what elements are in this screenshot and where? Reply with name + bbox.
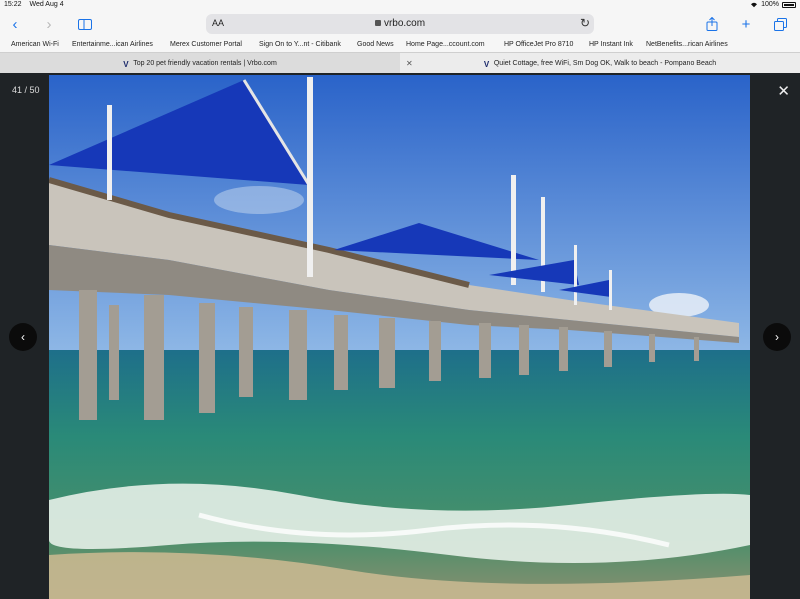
chevron-right-icon: ›: [775, 330, 779, 344]
wifi-icon: [751, 2, 758, 7]
lock-icon: [374, 20, 381, 26]
bookmark-item[interactable]: American Wi-Fi: [11, 41, 59, 48]
photo-counter: 41 / 50: [12, 85, 40, 95]
share-icon[interactable]: [703, 15, 721, 33]
bookmark-item[interactable]: HP OfficeJet Pro 8710: [504, 41, 573, 48]
cloud: [214, 186, 304, 214]
chevron-left-icon: ‹: [21, 330, 25, 344]
bookmarks-bar: American Wi-Fi Entertainme...ican Airlin…: [0, 38, 800, 52]
vrbo-favicon: V: [123, 60, 129, 69]
status-date: Wed Aug 4: [29, 1, 64, 8]
tabs-overview-icon[interactable]: [771, 15, 789, 33]
browser-toolbar: ‹ › AA vrbo.com ↻ +: [0, 11, 800, 38]
bookmark-item[interactable]: Good News: [357, 41, 394, 48]
reload-icon[interactable]: ↻: [580, 16, 590, 30]
forward-icon[interactable]: ›: [40, 15, 58, 33]
next-photo-button[interactable]: ›: [763, 323, 791, 351]
url-text[interactable]: vrbo.com: [384, 18, 425, 29]
bookmark-item[interactable]: HP Instant Ink: [589, 41, 633, 48]
tab-title: Quiet Cottage, free WiFi, Sm Dog OK, Wal…: [493, 60, 717, 67]
tab-quiet-cottage[interactable]: ✕ V Quiet Cottage, free WiFi, Sm Dog OK,…: [400, 53, 800, 74]
status-time: 15:22: [4, 1, 22, 8]
close-icon[interactable]: ✕: [777, 82, 790, 100]
bookmark-item[interactable]: Sign On to Y...nt - Citibank: [259, 41, 341, 48]
vrbo-favicon: V: [483, 60, 490, 69]
tab-bar: V Top 20 pet friendly vacation rentals |…: [0, 52, 800, 74]
sidebar-icon[interactable]: [76, 15, 94, 33]
bookmark-item[interactable]: Entertainme...ican Airlines: [72, 41, 153, 48]
status-bar: 15:22 Wed Aug 4 100%: [0, 0, 800, 11]
bookmark-item[interactable]: Home Page...ccount.com: [406, 41, 485, 48]
battery-icon: [782, 1, 796, 8]
new-tab-icon[interactable]: +: [737, 15, 755, 33]
photo-viewer: 41 / 50 ✕ ‹ ›: [0, 73, 800, 599]
bookmark-item[interactable]: NetBenefits...rican Airlines: [646, 41, 728, 48]
previous-photo-button[interactable]: ‹: [9, 323, 37, 351]
pier-photo: [49, 75, 750, 599]
tab-vrbo-search[interactable]: V Top 20 pet friendly vacation rentals |…: [0, 53, 400, 74]
close-tab-icon[interactable]: ✕: [406, 59, 413, 68]
tab-title: Top 20 pet friendly vacation rentals | V…: [133, 60, 277, 67]
address-bar[interactable]: AA vrbo.com ↻: [206, 14, 594, 34]
bookmark-item[interactable]: Merex Customer Portal: [170, 41, 242, 48]
back-icon[interactable]: ‹: [6, 15, 24, 33]
battery-percent: 100%: [761, 1, 779, 8]
listing-photo: [49, 75, 750, 599]
